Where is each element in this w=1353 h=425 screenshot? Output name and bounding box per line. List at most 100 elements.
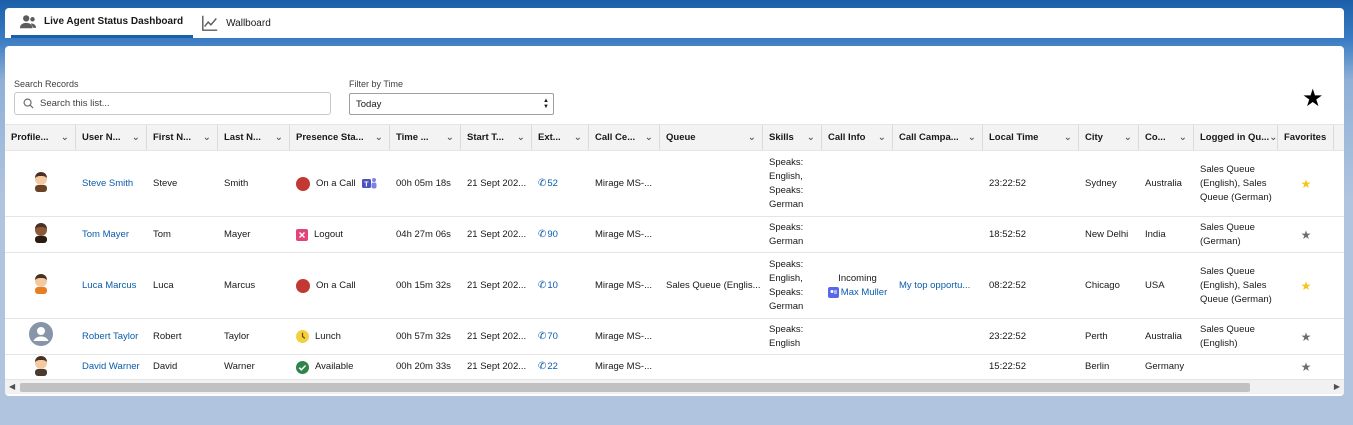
column-header[interactable]: First N... ⌄ xyxy=(147,125,218,150)
call-info-contact[interactable]: Max Muller xyxy=(827,286,887,300)
user-name-link[interactable]: Tom Mayer xyxy=(76,217,147,252)
table-row: Robert Taylor Robert Taylor Lunch 00h 57m 32… xyxy=(5,319,1344,355)
presence-label: On a Call xyxy=(316,279,356,291)
presence-label: Lunch xyxy=(315,330,341,342)
search-box[interactable] xyxy=(14,92,331,115)
column-header-label: Ext... xyxy=(538,132,561,143)
user-name-link[interactable]: Luca Marcus xyxy=(76,253,147,318)
logged-in-queues: Sales Queue (English), Sales Queue (Germ… xyxy=(1200,265,1272,305)
column-header[interactable]: Start T... ⌄ xyxy=(461,125,532,150)
users-icon xyxy=(19,14,37,28)
column-header[interactable]: Queue ⌄ xyxy=(660,125,763,150)
last-name: Warner xyxy=(224,361,255,372)
horizontal-scrollbar[interactable]: ◀ ▶ xyxy=(5,380,1344,394)
chevron-down-icon[interactable]: ⌄ xyxy=(375,132,383,143)
chevron-down-icon[interactable]: ⌄ xyxy=(1179,132,1187,143)
column-header[interactable]: Logged in Qu... ⌄ xyxy=(1194,125,1278,150)
campaign-link[interactable]: My top opportu... xyxy=(893,253,983,318)
queue xyxy=(660,151,763,216)
extension-link[interactable]: ✆ 70 xyxy=(532,319,589,354)
column-header-label: Call Ce... xyxy=(595,132,636,143)
column-header-label: First N... xyxy=(153,132,192,143)
scrollbar-thumb[interactable] xyxy=(20,383,1250,392)
column-header[interactable]: Call Ce... ⌄ xyxy=(589,125,660,150)
chevron-down-icon[interactable]: ⌄ xyxy=(1269,132,1277,143)
chevron-down-icon[interactable]: ⌄ xyxy=(968,132,976,143)
table-row: David Warner David Warner Available 00h 20m … xyxy=(5,355,1344,380)
start-time: 21 Sept 202... xyxy=(467,361,527,372)
column-header[interactable]: Favorites xyxy=(1278,125,1334,150)
scroll-right-icon[interactable]: ▶ xyxy=(1334,382,1340,391)
chevron-down-icon[interactable]: ⌄ xyxy=(1124,132,1132,143)
column-header-label: Start T... xyxy=(467,132,504,143)
tab-wallboard[interactable]: Wallboard xyxy=(193,8,281,38)
user-name-link[interactable]: David Warner xyxy=(76,355,147,379)
chevron-down-icon[interactable]: ⌄ xyxy=(132,132,140,143)
chevron-down-icon[interactable]: ⌄ xyxy=(275,132,283,143)
contact-name-link[interactable]: Max Muller xyxy=(841,286,887,300)
column-header[interactable]: Profile... ⌄ xyxy=(5,125,76,150)
campaign-link[interactable] xyxy=(893,355,983,379)
favorites-star-icon[interactable]: ★ xyxy=(1302,84,1324,113)
campaign-link[interactable] xyxy=(893,217,983,252)
favorite-star-icon[interactable]: ★ xyxy=(1301,177,1312,191)
search-input[interactable] xyxy=(40,98,320,109)
local-time: 18:52:52 xyxy=(989,228,1026,240)
column-header[interactable]: Time ... ⌄ xyxy=(390,125,461,150)
man-with-beard-avatar xyxy=(30,170,52,197)
extension-link[interactable]: ✆ 52 xyxy=(532,151,589,216)
chevron-down-icon[interactable]: ⌄ xyxy=(645,132,653,143)
filter-label: Filter by Time xyxy=(349,79,404,89)
logged-in-queues: Sales Queue (English) xyxy=(1200,323,1255,349)
call-info xyxy=(822,151,893,216)
column-header[interactable]: Co... ⌄ xyxy=(1139,125,1194,150)
favorite-star-icon[interactable]: ★ xyxy=(1301,279,1312,293)
campaign-link[interactable] xyxy=(893,319,983,354)
chevron-down-icon[interactable]: ⌄ xyxy=(203,132,211,143)
chevron-down-icon[interactable]: ⌄ xyxy=(446,132,454,143)
column-header[interactable]: Call Info ⌄ xyxy=(822,125,893,150)
user-name-link[interactable]: Robert Taylor xyxy=(76,319,147,354)
skills: Speaks: English xyxy=(769,323,804,349)
time-filter-select[interactable]: Today ▲ ▼ xyxy=(349,93,554,115)
user-name-link[interactable]: Steve Smith xyxy=(76,151,147,216)
column-header[interactable]: City ⌄ xyxy=(1079,125,1139,150)
column-header[interactable]: Last N... ⌄ xyxy=(218,125,290,150)
local-time: 23:22:52 xyxy=(989,177,1026,189)
chevron-down-icon[interactable]: ⌄ xyxy=(517,132,525,143)
column-header[interactable]: Presence Sta... ⌄ xyxy=(290,125,390,150)
extension-link[interactable]: ✆ 90 xyxy=(532,217,589,252)
scroll-left-icon[interactable]: ◀ xyxy=(9,382,15,391)
chevron-down-icon[interactable]: ⌄ xyxy=(807,132,815,143)
column-header[interactable]: Ext... ⌄ xyxy=(532,125,589,150)
svg-text:T: T xyxy=(364,182,369,189)
column-header-label: Call Info xyxy=(828,132,866,143)
last-name: Smith xyxy=(224,177,249,189)
favorite-star-icon[interactable]: ★ xyxy=(1301,228,1312,242)
time-in-status: 04h 27m 06s xyxy=(396,228,451,240)
extension-link[interactable]: ✆ 22 xyxy=(532,355,589,379)
favorite-cell: ★ xyxy=(1278,253,1334,318)
column-header-label: User N... xyxy=(82,132,121,143)
profile-cell xyxy=(5,151,76,216)
chevron-down-icon[interactable]: ⌄ xyxy=(748,132,756,143)
column-header[interactable]: Call Campa... ⌄ xyxy=(893,125,983,150)
campaign-link[interactable] xyxy=(893,151,983,216)
teams-icon: T xyxy=(361,177,377,190)
chevron-down-icon[interactable]: ⌄ xyxy=(1064,132,1072,143)
column-header[interactable]: Skills ⌄ xyxy=(763,125,822,150)
call-info: Incoming Max Muller xyxy=(822,253,893,318)
favorite-star-icon[interactable]: ★ xyxy=(1301,330,1312,344)
column-header[interactable]: User N... ⌄ xyxy=(76,125,147,150)
presence-label: Logout xyxy=(314,228,344,240)
start-time: 21 Sept 202... xyxy=(467,177,527,189)
tab-live-agent-status-dashboard[interactable]: Live Agent Status Dashboard xyxy=(11,8,194,38)
favorite-star-icon[interactable]: ★ xyxy=(1301,360,1312,374)
search-label: Search Records xyxy=(14,79,79,89)
column-header[interactable]: Local Time ⌄ xyxy=(983,125,1079,150)
extension-link[interactable]: ✆ 10 xyxy=(532,253,589,318)
chevron-down-icon[interactable]: ⌄ xyxy=(61,132,69,143)
presence-status: Lunch xyxy=(290,319,390,354)
chevron-down-icon[interactable]: ⌄ xyxy=(574,132,582,143)
chevron-down-icon[interactable]: ⌄ xyxy=(878,132,886,143)
